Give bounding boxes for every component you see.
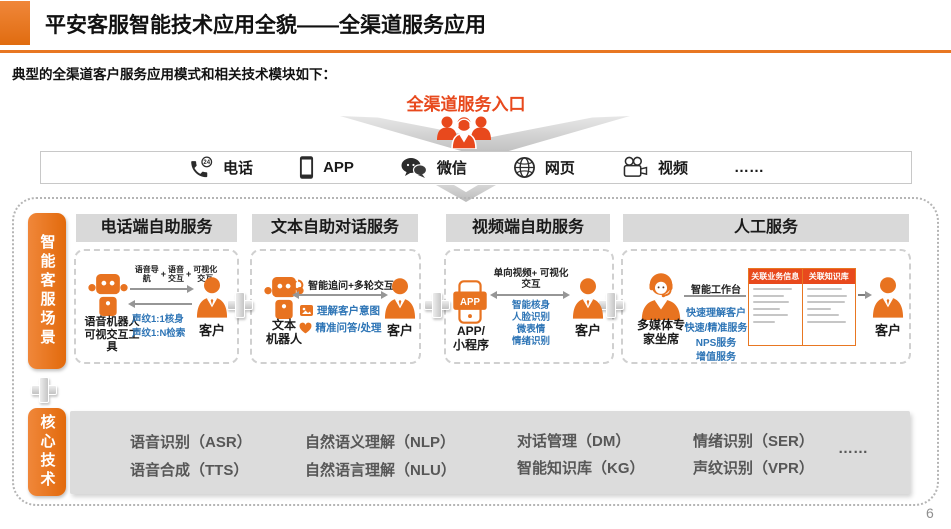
customer-label: 客户 — [568, 320, 608, 339]
arrow-left — [130, 303, 192, 305]
linked-info-panel: 关联业务信息 关联知识库 — [748, 268, 856, 346]
tech-nlu: 自然语言理解（NLU） — [305, 459, 456, 480]
svg-text:24: 24 — [203, 160, 210, 166]
arrow-right — [858, 294, 870, 296]
channel-label: 微信 — [437, 157, 467, 178]
phone-24-icon: 24 — [188, 156, 214, 179]
channel-video: 视频 — [621, 156, 688, 179]
title-accent-block — [0, 1, 30, 45]
customer-label: 客户 — [868, 320, 908, 339]
entry-title: 全渠道服务入口 — [360, 90, 572, 115]
feature-smart-id: 智能核身 — [496, 300, 566, 312]
smartphone-icon — [299, 155, 314, 180]
panel-body — [749, 284, 802, 345]
title-divider — [0, 50, 951, 53]
channel-more: …… — [734, 159, 764, 176]
arrow-right — [130, 288, 192, 290]
tech-more: …… — [838, 440, 868, 457]
tech-tts: 语音合成（TTS） — [130, 459, 248, 480]
feature-precise-service: 快速/精准服务 — [678, 319, 754, 334]
column-title-text: 文本自助对话服务 — [252, 214, 418, 242]
tech-nlp: 自然语义理解（NLP） — [305, 431, 455, 452]
sidebar-scenarios-tab: 智能客服场景 — [28, 213, 66, 369]
arrow-label-oneway-video: 单向视频+ 可视化 交互 — [490, 268, 572, 291]
column-title-video: 视频端自助服务 — [446, 214, 610, 242]
plus-connector — [424, 292, 450, 318]
robot-icon — [86, 274, 130, 316]
feature-voiceprint-1toN: 声纹1:N检索 — [132, 325, 185, 339]
feature-precise-qa: 精准问答/处理 — [292, 320, 388, 335]
wechat-icon — [400, 156, 428, 180]
channel-wechat: 微信 — [400, 156, 467, 180]
customer-icon — [572, 277, 604, 319]
app-icon: APP — [452, 280, 488, 324]
tech-vpr: 声纹识别（VPR） — [693, 457, 814, 478]
column-title-human: 人工服务 — [623, 214, 909, 242]
channel-app: APP — [299, 155, 354, 180]
channel-bar: 24 电话 APP 微信 — [40, 151, 912, 184]
heart-icon — [299, 322, 312, 334]
feature-nps: NPS服务 — [678, 334, 754, 349]
feature-quick-understand: 快速理解客户 — [678, 304, 754, 319]
arrow-bidirectional — [492, 294, 568, 296]
customer-label: 客户 — [380, 320, 420, 339]
tech-asr: 语音识别（ASR） — [130, 431, 252, 452]
feature-voiceprint-1to1: 声纹1:1核身 — [132, 311, 184, 325]
panel-body — [803, 284, 856, 345]
channel-label: APP — [323, 159, 354, 176]
channel-label: 电话 — [223, 157, 253, 178]
panel-header: 关联知识库 — [803, 269, 856, 284]
tech-ser: 情绪识别（SER） — [693, 430, 814, 451]
plus-connector — [227, 292, 253, 318]
page-title: 平安客服智能技术应用全貌——全渠道服务应用 — [45, 9, 486, 39]
feature-emotion: 情绪识别 — [496, 336, 566, 348]
tech-kg: 智能知识库（KG） — [517, 457, 645, 478]
channel-phone: 24 电话 — [188, 156, 253, 179]
arrow-bidirectional — [294, 294, 386, 296]
slide: 平安客服智能技术应用全貌——全渠道服务应用 典型的全渠道客户服务应用模式和相关技… — [0, 0, 951, 529]
feature-face-recog: 人脸识别 — [496, 312, 566, 324]
plus-connector — [31, 377, 57, 403]
page-number: 6 — [926, 505, 934, 521]
feature-intent: 理解客户意图 — [292, 303, 388, 318]
channel-label: 网页 — [545, 157, 575, 178]
chat-image-icon — [300, 305, 313, 316]
globe-icon — [513, 156, 536, 179]
refresh-icon — [292, 279, 304, 291]
customer-icon — [196, 276, 228, 318]
linked-knowledge-column: 关联知识库 — [803, 269, 856, 345]
tech-dm: 对话管理（DM） — [517, 430, 630, 451]
linked-business-info-column: 关联业务信息 — [749, 269, 803, 345]
feature-value-add: 增值服务 — [678, 348, 754, 363]
video-camera-icon — [621, 156, 649, 179]
channel-label: 视频 — [658, 157, 688, 178]
panel-header: 关联业务信息 — [749, 269, 802, 284]
feature-microexpression: 微表情 — [496, 324, 566, 336]
connector-line — [684, 295, 746, 297]
customer-label: 客户 — [192, 320, 232, 339]
arrow-label-multiturn: 智能追问+多轮交互 — [288, 277, 398, 292]
customer-icon — [384, 277, 416, 319]
channel-web: 网页 — [513, 156, 575, 179]
core-tech-panel — [70, 411, 910, 494]
sidebar-core-tech-tab: 核心技术 — [28, 408, 66, 496]
arrow-label-workbench: 智能工作台 — [686, 281, 746, 296]
svg-text:APP: APP — [460, 297, 480, 308]
service-team-icon — [436, 113, 492, 149]
subtitle: 典型的全渠道客户服务应用模式和相关技术模块如下： — [12, 63, 336, 83]
column-title-phone: 电话端自助服务 — [76, 214, 237, 242]
customer-icon — [872, 276, 904, 318]
actor-label-app: APP/ 小程序 — [442, 325, 500, 353]
